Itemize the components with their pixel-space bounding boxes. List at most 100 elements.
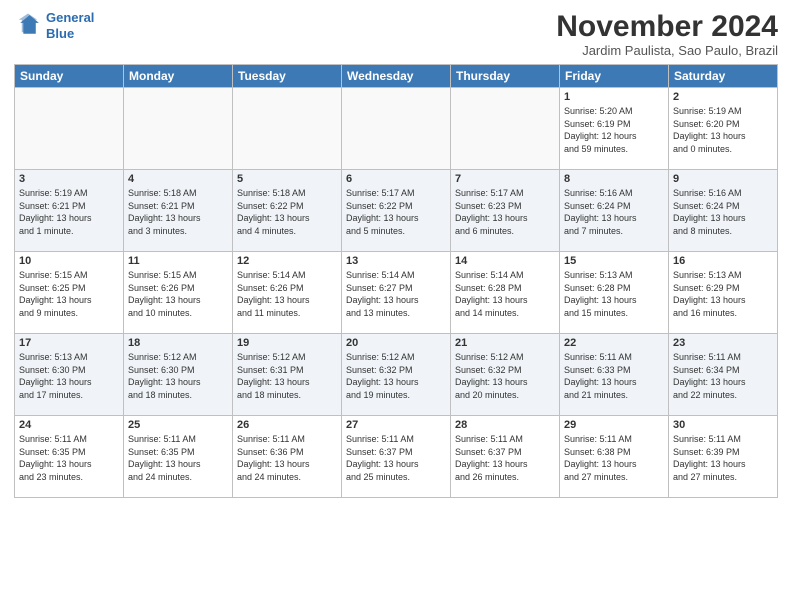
calendar-day-cell: 5 Sunrise: 5:18 AM Sunset: 6:22 PM Daylig… xyxy=(233,170,342,252)
day-info: Sunrise: 5:14 AM Sunset: 6:28 PM Dayligh… xyxy=(455,269,555,319)
calendar-day-cell: 26 Sunrise: 5:11 AM Sunset: 6:36 PM Dayli… xyxy=(233,416,342,498)
column-header-monday: Monday xyxy=(124,65,233,88)
day-number: 22 xyxy=(564,337,664,349)
column-header-friday: Friday xyxy=(560,65,669,88)
day-number: 13 xyxy=(346,255,446,267)
calendar-empty-cell xyxy=(342,88,451,170)
calendar-day-cell: 30 Sunrise: 5:11 AM Sunset: 6:39 PM Dayli… xyxy=(669,416,778,498)
day-info: Sunrise: 5:17 AM Sunset: 6:22 PM Dayligh… xyxy=(346,187,446,237)
month-title: November 2024 xyxy=(556,10,778,43)
day-number: 11 xyxy=(128,255,228,267)
calendar-day-cell: 6Sunrise: 5:17 AM Sunset: 6:22 PM Daylig… xyxy=(342,170,451,252)
day-number: 9 xyxy=(673,173,773,185)
day-info: Sunrise: 5:12 AM Sunset: 6:30 PM Dayligh… xyxy=(128,351,228,401)
logo-line1: General xyxy=(46,10,94,25)
day-info: Sunrise: 5:13 AM Sunset: 6:29 PM Dayligh… xyxy=(673,269,773,319)
day-info: Sunrise: 5:11 AM Sunset: 6:39 PM Dayligh… xyxy=(673,433,773,483)
logo: General Blue xyxy=(14,10,94,41)
calendar-week-row: 17 Sunrise: 5:13 AM Sunset: 6:30 PM Dayli… xyxy=(15,334,778,416)
day-number: 17 xyxy=(19,337,119,349)
calendar-day-cell: 15 Sunrise: 5:13 AM Sunset: 6:28 PM Dayli… xyxy=(560,252,669,334)
calendar-day-cell: 11 Sunrise: 5:15 AM Sunset: 6:26 PM Dayli… xyxy=(124,252,233,334)
day-number: 21 xyxy=(455,337,555,349)
calendar-day-cell: 16 Sunrise: 5:13 AM Sunset: 6:29 PM Dayli… xyxy=(669,252,778,334)
column-header-sunday: Sunday xyxy=(15,65,124,88)
day-info: Sunrise: 5:13 AM Sunset: 6:30 PM Dayligh… xyxy=(19,351,119,401)
calendar-day-cell: 1 Sunrise: 5:20 AM Sunset: 6:19 PM Daylig… xyxy=(560,88,669,170)
title-area: November 2024 Jardim Paulista, Sao Paulo… xyxy=(556,10,778,58)
day-info: Sunrise: 5:11 AM Sunset: 6:33 PM Dayligh… xyxy=(564,351,664,401)
day-number: 7 xyxy=(455,173,555,185)
day-info: Sunrise: 5:15 AM Sunset: 6:25 PM Dayligh… xyxy=(19,269,119,319)
day-info: Sunrise: 5:11 AM Sunset: 6:35 PM Dayligh… xyxy=(19,433,119,483)
day-number: 25 xyxy=(128,419,228,431)
calendar-day-cell: 3 Sunrise: 5:19 AM Sunset: 6:21 PM Daylig… xyxy=(15,170,124,252)
day-info: Sunrise: 5:16 AM Sunset: 6:24 PM Dayligh… xyxy=(673,187,773,237)
calendar-day-cell: 8Sunrise: 5:16 AM Sunset: 6:24 PM Daylig… xyxy=(560,170,669,252)
day-number: 28 xyxy=(455,419,555,431)
calendar-day-cell: 28 Sunrise: 5:11 AM Sunset: 6:37 PM Dayli… xyxy=(451,416,560,498)
calendar-day-cell: 13Sunrise: 5:14 AM Sunset: 6:27 PM Dayli… xyxy=(342,252,451,334)
calendar-day-cell: 7Sunrise: 5:17 AM Sunset: 6:23 PM Daylig… xyxy=(451,170,560,252)
day-info: Sunrise: 5:11 AM Sunset: 6:37 PM Dayligh… xyxy=(455,433,555,483)
day-number: 15 xyxy=(564,255,664,267)
calendar-day-cell: 2Sunrise: 5:19 AM Sunset: 6:20 PM Daylig… xyxy=(669,88,778,170)
logo-icon xyxy=(14,12,42,40)
calendar-empty-cell xyxy=(233,88,342,170)
day-info: Sunrise: 5:11 AM Sunset: 6:36 PM Dayligh… xyxy=(237,433,337,483)
location-subtitle: Jardim Paulista, Sao Paulo, Brazil xyxy=(556,43,778,58)
day-number: 3 xyxy=(19,173,119,185)
day-info: Sunrise: 5:19 AM Sunset: 6:20 PM Dayligh… xyxy=(673,105,773,155)
day-number: 4 xyxy=(128,173,228,185)
logo-line2: Blue xyxy=(46,26,74,41)
day-info: Sunrise: 5:11 AM Sunset: 6:37 PM Dayligh… xyxy=(346,433,446,483)
calendar-day-cell: 21 Sunrise: 5:12 AM Sunset: 6:32 PM Dayli… xyxy=(451,334,560,416)
day-number: 1 xyxy=(564,91,664,103)
day-number: 23 xyxy=(673,337,773,349)
day-info: Sunrise: 5:20 AM Sunset: 6:19 PM Dayligh… xyxy=(564,105,664,155)
calendar-day-cell: 9 Sunrise: 5:16 AM Sunset: 6:24 PM Daylig… xyxy=(669,170,778,252)
day-info: Sunrise: 5:11 AM Sunset: 6:34 PM Dayligh… xyxy=(673,351,773,401)
day-number: 29 xyxy=(564,419,664,431)
day-number: 19 xyxy=(237,337,337,349)
day-number: 12 xyxy=(237,255,337,267)
day-info: Sunrise: 5:11 AM Sunset: 6:35 PM Dayligh… xyxy=(128,433,228,483)
calendar-header-row: SundayMondayTuesdayWednesdayThursdayFrid… xyxy=(15,65,778,88)
calendar-day-cell: 24 Sunrise: 5:11 AM Sunset: 6:35 PM Dayli… xyxy=(15,416,124,498)
day-number: 30 xyxy=(673,419,773,431)
calendar-week-row: 24 Sunrise: 5:11 AM Sunset: 6:35 PM Dayli… xyxy=(15,416,778,498)
calendar-day-cell: 14 Sunrise: 5:14 AM Sunset: 6:28 PM Dayli… xyxy=(451,252,560,334)
day-number: 16 xyxy=(673,255,773,267)
header: General Blue November 2024 Jardim Paulis… xyxy=(14,10,778,58)
day-number: 24 xyxy=(19,419,119,431)
calendar-day-cell: 22 Sunrise: 5:11 AM Sunset: 6:33 PM Dayli… xyxy=(560,334,669,416)
day-info: Sunrise: 5:18 AM Sunset: 6:21 PM Dayligh… xyxy=(128,187,228,237)
calendar-day-cell: 12 Sunrise: 5:14 AM Sunset: 6:26 PM Dayli… xyxy=(233,252,342,334)
day-number: 18 xyxy=(128,337,228,349)
day-number: 5 xyxy=(237,173,337,185)
column-header-tuesday: Tuesday xyxy=(233,65,342,88)
calendar-day-cell: 25 Sunrise: 5:11 AM Sunset: 6:35 PM Dayli… xyxy=(124,416,233,498)
day-info: Sunrise: 5:13 AM Sunset: 6:28 PM Dayligh… xyxy=(564,269,664,319)
day-info: Sunrise: 5:12 AM Sunset: 6:32 PM Dayligh… xyxy=(455,351,555,401)
calendar-day-cell: 4 Sunrise: 5:18 AM Sunset: 6:21 PM Daylig… xyxy=(124,170,233,252)
day-number: 8 xyxy=(564,173,664,185)
calendar-week-row: 3 Sunrise: 5:19 AM Sunset: 6:21 PM Daylig… xyxy=(15,170,778,252)
calendar-empty-cell xyxy=(124,88,233,170)
calendar-table: SundayMondayTuesdayWednesdayThursdayFrid… xyxy=(14,64,778,498)
day-info: Sunrise: 5:18 AM Sunset: 6:22 PM Dayligh… xyxy=(237,187,337,237)
column-header-saturday: Saturday xyxy=(669,65,778,88)
column-header-thursday: Thursday xyxy=(451,65,560,88)
day-info: Sunrise: 5:14 AM Sunset: 6:26 PM Dayligh… xyxy=(237,269,337,319)
day-number: 26 xyxy=(237,419,337,431)
calendar-day-cell: 27 Sunrise: 5:11 AM Sunset: 6:37 PM Dayli… xyxy=(342,416,451,498)
day-info: Sunrise: 5:19 AM Sunset: 6:21 PM Dayligh… xyxy=(19,187,119,237)
day-info: Sunrise: 5:12 AM Sunset: 6:31 PM Dayligh… xyxy=(237,351,337,401)
day-number: 14 xyxy=(455,255,555,267)
calendar-day-cell: 10Sunrise: 5:15 AM Sunset: 6:25 PM Dayli… xyxy=(15,252,124,334)
calendar-week-row: 10Sunrise: 5:15 AM Sunset: 6:25 PM Dayli… xyxy=(15,252,778,334)
day-number: 27 xyxy=(346,419,446,431)
day-info: Sunrise: 5:15 AM Sunset: 6:26 PM Dayligh… xyxy=(128,269,228,319)
calendar-day-cell: 20Sunrise: 5:12 AM Sunset: 6:32 PM Dayli… xyxy=(342,334,451,416)
calendar-day-cell: 29Sunrise: 5:11 AM Sunset: 6:38 PM Dayli… xyxy=(560,416,669,498)
